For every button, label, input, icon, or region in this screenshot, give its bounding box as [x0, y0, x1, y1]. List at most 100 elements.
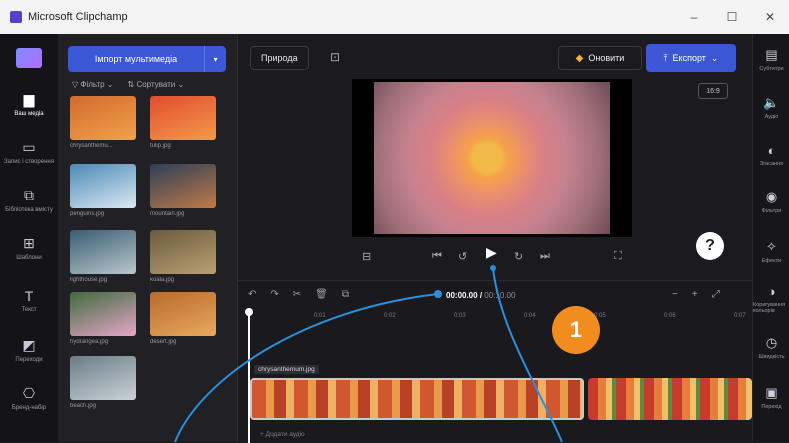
media-thumbnail[interactable]: tulip.jpg — [150, 96, 216, 149]
rail-color[interactable]: ◑ Коригування кольорів — [753, 278, 789, 320]
media-thumbnail[interactable]: koala.jpg — [150, 230, 216, 283]
add-audio-hint[interactable]: + Додати аудіо — [260, 431, 305, 438]
forward-icon[interactable]: ↻ — [514, 250, 523, 263]
folder-icon: ▆ — [23, 91, 35, 107]
clip-name-label: chrysanthemum.jpg — [254, 365, 319, 374]
color-adjust-icon: ◑ — [767, 284, 776, 299]
timecode: 00:00.00 / 00:10.00 — [446, 291, 516, 300]
redo-icon[interactable]: ↷ — [270, 289, 278, 300]
rail-audio[interactable]: 🔈 Аудіо — [753, 86, 789, 128]
brand-kit-icon: ⎔ — [22, 385, 36, 401]
import-media-button[interactable]: Імпорт мультимедіа ▾ — [68, 46, 226, 72]
media-thumbnail-image — [70, 96, 136, 140]
split-icon[interactable]: ✂ — [293, 289, 301, 300]
camera-icon: ▭ — [22, 139, 36, 155]
transitions-icon: ◩ — [22, 337, 36, 353]
playback-controls: ⊟ ⏮ ↺ ▶ ↻ ⏭ ⛶ — [352, 244, 632, 266]
filter-button[interactable]: ▽ Фільтр ⌄ — [72, 80, 114, 89]
play-icon[interactable]: ▶ — [486, 244, 497, 261]
timeline: ↶ ↷ ✂ 🗑 ⧉ 00:00.00 / 00:10.00 − + ⤢ 0:01… — [238, 280, 752, 443]
media-thumbnail[interactable]: mountain.jpg — [150, 164, 216, 217]
properties-rail: ▤ Субтитри 🔈 Аудіо ◐ Згасання ◉ Фільтри ✧ Ефе… — [752, 34, 789, 442]
nav-transitions[interactable]: ◩ Переходи — [0, 328, 58, 372]
media-thumbnail-image — [150, 164, 216, 208]
diamond-icon: ◆ — [575, 52, 584, 64]
video-clip-selected[interactable] — [250, 378, 584, 420]
callout-badge: 1 — [552, 306, 600, 354]
preview-image — [374, 82, 610, 234]
sort-button[interactable]: ⇅ Сортувати ⌄ — [128, 80, 185, 89]
chevron-down-icon[interactable]: ▾ — [204, 46, 226, 72]
rail-fade[interactable]: ◐ Згасання — [753, 134, 789, 176]
maximize-button[interactable]: ☐ — [713, 0, 751, 34]
media-thumbnail[interactable]: hydrangea.jpg — [70, 292, 136, 345]
upgrade-button[interactable]: ◆ Оновити — [558, 46, 642, 70]
nav-text[interactable]: T Текст — [0, 278, 58, 322]
captions-icon: ▤ — [765, 46, 778, 62]
time-ruler: 0:01 0:02 0:03 0:04 0:05 0:06 0:07 — [314, 313, 746, 319]
library-icon: ⧉ — [24, 187, 34, 203]
aspect-ratio-button[interactable]: 16:9 — [698, 83, 728, 99]
rail-captions[interactable]: ▤ Субтитри — [753, 38, 789, 80]
captions-toggle-icon[interactable]: ⊟ — [362, 250, 371, 263]
filters-icon: ◉ — [765, 188, 778, 204]
help-button[interactable]: ? — [696, 232, 724, 260]
media-panel: Імпорт мультимедіа ▾ ▽ Фільтр ⌄ ⇅ Сортув… — [58, 34, 238, 442]
media-thumbnail-caption: hydrangea.jpg — [70, 339, 109, 345]
zoom-out-icon[interactable]: − — [672, 289, 678, 300]
effects-icon: ✧ — [766, 238, 777, 254]
media-thumbnail[interactable]: desert.jpg — [150, 292, 216, 345]
media-thumbnail-image — [70, 292, 136, 336]
fullscreen-icon[interactable]: ⛶ — [614, 250, 622, 263]
rail-filters[interactable]: ◉ Фільтри — [753, 180, 789, 222]
media-thumbnail-caption: chrysanthemu... — [70, 143, 113, 149]
media-thumbnail[interactable]: lighthouse.jpg — [70, 230, 136, 283]
nav-record-create[interactable]: ▭ Запис і створення — [0, 130, 58, 174]
media-thumbnail-image — [150, 230, 216, 274]
rail-speed[interactable]: ◷ Швидкість — [753, 326, 789, 368]
media-thumbnail-image — [150, 292, 216, 336]
minimize-button[interactable]: – — [675, 0, 713, 34]
project-name[interactable]: Природа — [250, 46, 309, 70]
skip-back-icon[interactable]: ⏮ — [432, 250, 442, 263]
export-button[interactable]: ⤒ Експорт ⌄ — [646, 44, 736, 72]
nav-templates[interactable]: ⊞ Шаблони — [0, 226, 58, 270]
media-thumbnail-image — [70, 356, 136, 400]
app-icon — [10, 11, 22, 23]
media-thumbnail-caption: koala.jpg — [150, 277, 175, 283]
media-thumbnail-image — [150, 96, 216, 140]
media-thumbnail-caption: penguins.jpg — [70, 211, 105, 217]
left-nav-rail: ▆ Ваш медіа ▭ Запис і створення ⧉ Бібліотек… — [0, 34, 58, 442]
rail-effects[interactable]: ✧ Ефекти — [753, 230, 789, 272]
speaker-icon: 🔈 — [763, 94, 780, 110]
zoom-in-icon[interactable]: + — [692, 289, 698, 300]
transition-icon: ▣ — [765, 384, 778, 400]
media-thumbnail-caption: beach.jpg — [70, 403, 97, 409]
media-thumbnail[interactable]: beach.jpg — [70, 356, 136, 409]
templates-icon: ⊞ — [23, 235, 35, 251]
nav-content-library[interactable]: ⧉ Бібліотека вмісту — [0, 178, 58, 222]
video-clip[interactable] — [588, 378, 752, 420]
chevron-down-icon: ⌄ — [710, 52, 719, 63]
media-thumbnail[interactable]: penguins.jpg — [70, 164, 136, 217]
fit-icon[interactable]: ⤢ — [712, 289, 720, 300]
media-thumbnail-image — [70, 164, 136, 208]
rail-transition[interactable]: ▣ Перехід — [753, 376, 789, 418]
rewind-icon[interactable]: ↺ — [458, 250, 467, 263]
magic-icon[interactable]: ⊡ — [330, 50, 340, 64]
undo-icon[interactable]: ↶ — [248, 289, 256, 300]
media-thumbnail[interactable]: chrysanthemu... — [70, 96, 136, 149]
editor-topbar: Природа ⊡ ◆ Оновити ⤒ Експорт ⌄ — [238, 34, 752, 80]
nav-your-media[interactable]: ▆ Ваш медіа — [0, 82, 58, 126]
nav-brand-kit[interactable]: ⎔ Бренд-набір — [0, 376, 58, 420]
close-button[interactable]: ✕ — [751, 0, 789, 34]
speed-icon: ◷ — [765, 334, 778, 350]
media-thumbnail-image — [70, 230, 136, 274]
media-thumbnail-caption: mountain.jpg — [150, 211, 185, 217]
duplicate-icon[interactable]: ⧉ — [342, 289, 349, 300]
playhead[interactable] — [248, 311, 250, 443]
delete-icon[interactable]: 🗑 — [315, 289, 328, 300]
skip-forward-icon[interactable]: ⏭ — [540, 250, 550, 263]
media-thumbnail-caption: lighthouse.jpg — [70, 277, 108, 283]
text-icon: T — [24, 287, 34, 304]
